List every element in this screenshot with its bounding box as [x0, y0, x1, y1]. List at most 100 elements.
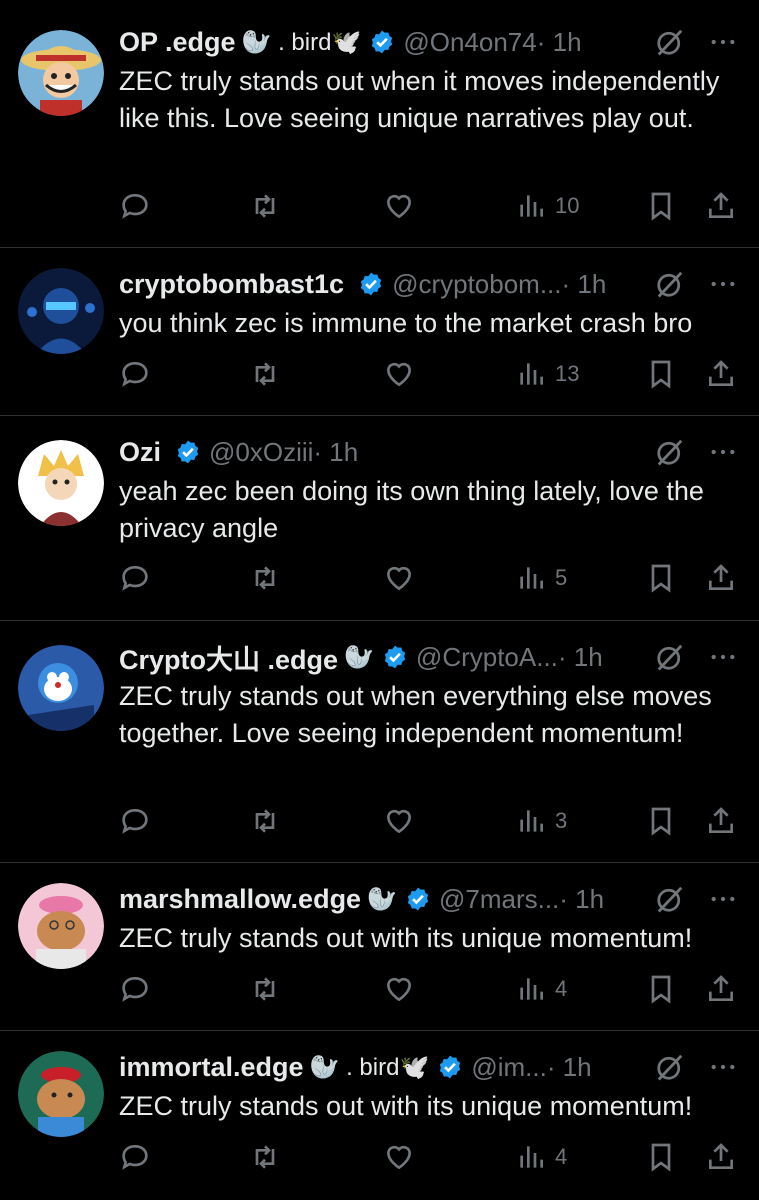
verified-badge-icon: [440, 1055, 461, 1079]
share-button[interactable]: [705, 803, 737, 839]
action-bar: 10: [119, 188, 741, 224]
timestamp[interactable]: · 1h: [559, 884, 604, 915]
tweet[interactable]: Ozi @0xOziii · 1h yeah zec been doing it…: [0, 416, 759, 621]
timestamp[interactable]: · 1h: [562, 269, 607, 300]
grok-icon[interactable]: [655, 437, 685, 467]
repost-icon: [255, 566, 275, 590]
reply-button[interactable]: [119, 971, 151, 1007]
more-icon[interactable]: [707, 1051, 739, 1083]
like-button[interactable]: [383, 560, 415, 596]
display-name[interactable]: cryptobombast1c: [119, 269, 344, 300]
views-button[interactable]: 5: [515, 560, 567, 596]
share-button[interactable]: [705, 1139, 737, 1175]
avatar[interactable]: [18, 440, 104, 526]
display-name[interactable]: Crypto大山 .edge: [119, 638, 338, 677]
like-icon: [386, 194, 412, 219]
share-button[interactable]: [705, 356, 737, 392]
name-emoji: 🦭: [367, 885, 397, 913]
tweet[interactable]: immortal.edge 🦭 . bird🕊️ @im... · 1h ZEC…: [0, 1031, 759, 1200]
share-icon: [709, 975, 733, 1001]
avatar[interactable]: [18, 1051, 104, 1137]
reply-button[interactable]: [119, 560, 151, 596]
bookmark-button[interactable]: [645, 803, 677, 839]
grok-icon[interactable]: [655, 642, 685, 672]
more-icon[interactable]: [707, 268, 739, 300]
handle[interactable]: @On4on74: [403, 27, 536, 58]
views-icon: [520, 195, 543, 217]
timestamp[interactable]: · 1h: [537, 27, 582, 58]
grok-icon[interactable]: [655, 1052, 685, 1082]
name-emoji: 🦭 . bird🕊️: [309, 1053, 430, 1081]
tweet[interactable]: OP .edge 🦭 . bird🕊️ @On4on74 · 1h ZEC tr…: [0, 0, 759, 248]
like-button[interactable]: [383, 356, 415, 392]
avatar[interactable]: [18, 268, 104, 354]
display-name[interactable]: immortal.edge: [119, 1052, 304, 1083]
share-icon: [709, 1143, 733, 1169]
bookmark-button[interactable]: [645, 356, 677, 392]
display-name[interactable]: OP .edge: [119, 27, 236, 58]
handle[interactable]: @0xOziii: [209, 437, 313, 468]
views-icon: [520, 1146, 543, 1168]
bookmark-button[interactable]: [645, 560, 677, 596]
avatar[interactable]: [18, 30, 104, 116]
grok-icon[interactable]: [655, 269, 685, 299]
handle[interactable]: @im...: [471, 1052, 547, 1083]
handle[interactable]: @7mars...: [439, 884, 559, 915]
bookmark-icon: [651, 1143, 671, 1172]
repost-button[interactable]: [249, 188, 281, 224]
grok-icon[interactable]: [655, 884, 685, 914]
views-button[interactable]: 3: [515, 803, 567, 839]
more-icon[interactable]: [707, 883, 739, 915]
share-button[interactable]: [705, 188, 737, 224]
name-emoji: 🦭 . bird🕊️: [241, 28, 362, 56]
views-button[interactable]: 13: [515, 356, 579, 392]
views-icon: [520, 978, 543, 1000]
repost-button[interactable]: [249, 1139, 281, 1175]
tweet[interactable]: marshmallow.edge 🦭 @7mars... · 1h ZEC tr…: [0, 863, 759, 1031]
grok-icon[interactable]: [655, 27, 685, 57]
share-icon: [709, 807, 733, 833]
like-icon: [386, 977, 412, 1002]
reply-button[interactable]: [119, 803, 151, 839]
tweet[interactable]: cryptobombast1c @cryptobom... · 1h you t…: [0, 248, 759, 416]
display-name[interactable]: Ozi: [119, 437, 161, 468]
handle[interactable]: @cryptobom...: [392, 269, 561, 300]
views-button[interactable]: 4: [515, 1139, 567, 1175]
reply-icon: [122, 565, 148, 591]
bookmark-button[interactable]: [645, 971, 677, 1007]
tweet-text: yeah zec been doing its own thing lately…: [119, 476, 704, 543]
more-icon[interactable]: [707, 26, 739, 58]
reply-button[interactable]: [119, 356, 151, 392]
repost-button[interactable]: [249, 560, 281, 596]
share-icon: [709, 564, 733, 590]
views-button[interactable]: 4: [515, 971, 567, 1007]
reply-icon: [122, 1144, 148, 1170]
share-button[interactable]: [705, 971, 737, 1007]
repost-button[interactable]: [249, 803, 281, 839]
reply-button[interactable]: [119, 188, 151, 224]
tweet-header: Ozi @0xOziii · 1h: [119, 432, 739, 472]
like-button[interactable]: [383, 1139, 415, 1175]
tweet-header: immortal.edge 🦭 . bird🕊️ @im... · 1h: [119, 1047, 739, 1087]
repost-button[interactable]: [249, 971, 281, 1007]
like-button[interactable]: [383, 803, 415, 839]
name-emoji: 🦭: [344, 643, 374, 671]
handle[interactable]: @CryptoA...: [416, 642, 558, 673]
bookmark-button[interactable]: [645, 188, 677, 224]
avatar[interactable]: [18, 645, 104, 731]
timestamp[interactable]: · 1h: [558, 642, 603, 673]
timestamp[interactable]: · 1h: [547, 1052, 592, 1083]
like-button[interactable]: [383, 971, 415, 1007]
timestamp[interactable]: · 1h: [313, 437, 358, 468]
avatar[interactable]: [18, 883, 104, 969]
more-icon[interactable]: [707, 436, 739, 468]
repost-button[interactable]: [249, 356, 281, 392]
bookmark-button[interactable]: [645, 1139, 677, 1175]
more-icon[interactable]: [707, 641, 739, 673]
tweet[interactable]: Crypto大山 .edge 🦭 @CryptoA... · 1h ZEC tr…: [0, 621, 759, 863]
reply-button[interactable]: [119, 1139, 151, 1175]
like-button[interactable]: [383, 188, 415, 224]
display-name[interactable]: marshmallow.edge: [119, 884, 361, 915]
share-button[interactable]: [705, 560, 737, 596]
views-button[interactable]: 10: [515, 188, 579, 224]
